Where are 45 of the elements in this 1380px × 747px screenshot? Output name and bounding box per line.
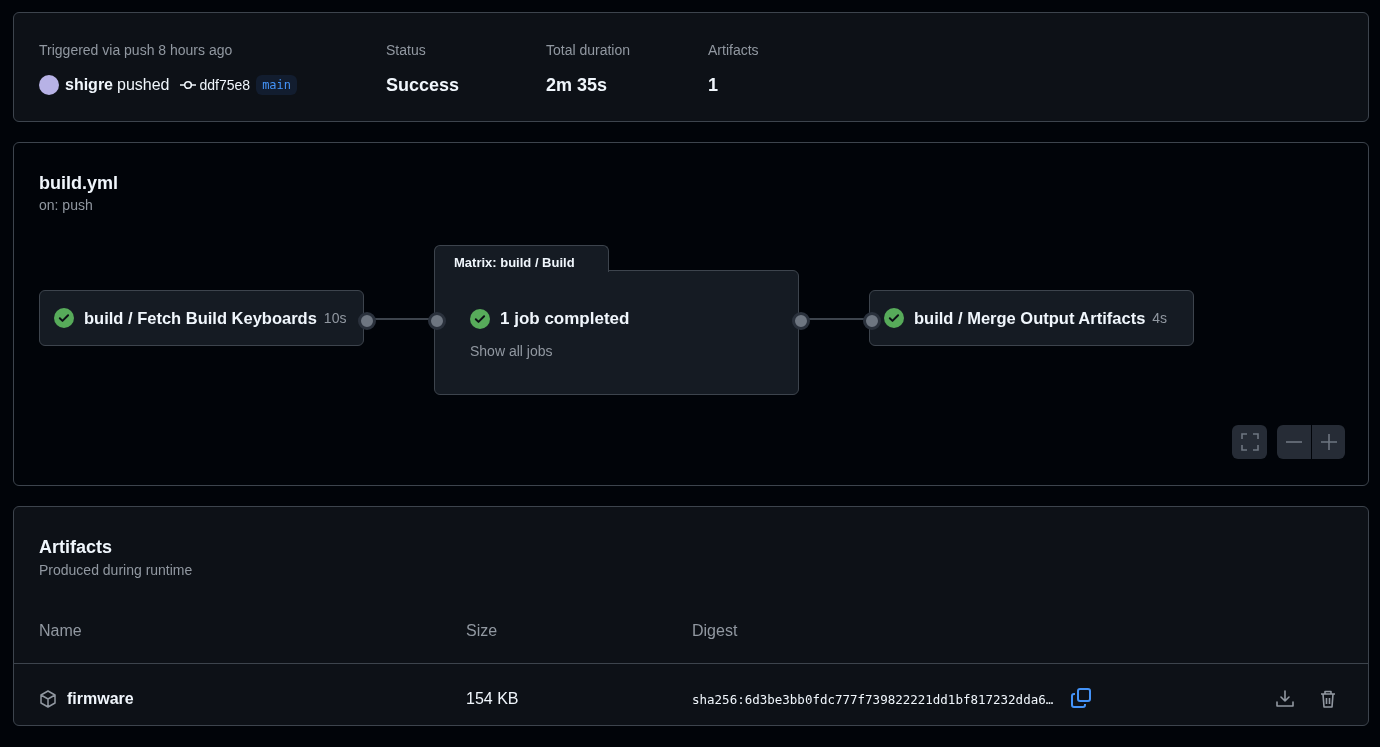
download-icon[interactable] [1276, 690, 1294, 708]
port-dot [428, 312, 446, 330]
artifact-name-link[interactable]: firmware [67, 690, 134, 708]
summary-value: 2m 35s [546, 74, 609, 96]
artifacts-subtitle: Produced during runtime [39, 562, 194, 578]
summary-value: Success [386, 74, 461, 96]
port-dot [358, 312, 376, 330]
port-dot [792, 312, 810, 330]
job-duration: 4s [1152, 310, 1168, 326]
artifact-digest: sha256:6d3be3bb0fdc777f739822221dd1bf817232dda6… [692, 691, 1054, 707]
workflow-title: build.yml [39, 172, 119, 194]
show-all-jobs-link[interactable]: Show all jobs [470, 343, 553, 359]
actor-link[interactable]: shigre [65, 76, 113, 94]
plus-icon [1320, 434, 1337, 450]
job-name: build / Fetch Build Keyboards [84, 308, 317, 328]
matrix-summary: 1 job completed [500, 309, 630, 329]
commit-icon [179, 80, 196, 90]
artifact-size: 154 KB [466, 690, 520, 708]
job-duration: 10s [323, 310, 347, 326]
job-card[interactable]: build / Fetch Build Keyboards 10s [39, 290, 364, 346]
commit-link[interactable]: ddf75e8 [199, 77, 251, 93]
summary-label: Total duration [546, 42, 632, 58]
summary-value: 1 [708, 74, 719, 96]
package-icon [39, 690, 57, 708]
port-dot [863, 312, 881, 330]
copy-icon[interactable] [1071, 687, 1092, 708]
zoom-out-button[interactable] [1277, 425, 1311, 459]
minus-icon [1286, 441, 1302, 443]
artifacts-title: Artifacts [39, 536, 114, 558]
job-card[interactable]: build / Merge Output Artifacts 4s [869, 290, 1194, 346]
zoom-in-button[interactable] [1312, 425, 1345, 459]
trigger-text: Triggered via push 8 hours ago [39, 42, 234, 58]
branch-label[interactable]: main [256, 75, 298, 95]
job-name: build / Merge Output Artifacts [914, 308, 1146, 328]
workflow-trigger: on: push [39, 197, 94, 213]
trash-icon[interactable] [1320, 690, 1336, 708]
column-header: Size [466, 622, 499, 640]
summary-label: Status [386, 42, 427, 58]
column-header: Name [39, 622, 83, 640]
fullscreen-icon [1240, 433, 1259, 451]
summary-label: Artifacts [708, 42, 760, 58]
avatar-icon [39, 75, 59, 95]
column-header: Digest [692, 622, 739, 640]
fullscreen-button[interactable] [1232, 425, 1267, 459]
action-text: pushed [117, 76, 170, 94]
